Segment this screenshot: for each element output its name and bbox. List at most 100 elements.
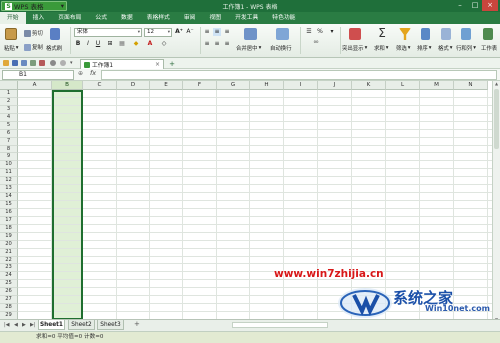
row-header[interactable]: 27	[0, 296, 18, 305]
row-header[interactable]: 12	[0, 177, 18, 186]
menu-item[interactable]: 开始	[0, 12, 26, 24]
close-button[interactable]: ×	[482, 0, 498, 11]
column-header[interactable]: F	[183, 81, 217, 90]
row-header[interactable]: 10	[0, 161, 18, 170]
column-header[interactable]: B	[52, 81, 83, 90]
menu-item[interactable]: 审阅	[177, 12, 203, 24]
merge-center-button[interactable]: 合并居中 ▾	[236, 44, 261, 52]
column-header[interactable]: G	[217, 81, 250, 90]
menu-item[interactable]: 开发工具	[228, 12, 265, 24]
row-header[interactable]: 26	[0, 288, 18, 297]
column-header[interactable]: E	[150, 81, 183, 90]
column-header[interactable]: H	[250, 81, 284, 90]
column-header[interactable]: I	[284, 81, 318, 90]
first-sheet-icon[interactable]: |◀	[4, 322, 10, 328]
filter-button[interactable]: 筛选 ▾	[396, 44, 411, 52]
row-header[interactable]: 23	[0, 264, 18, 273]
row-header[interactable]: 4	[0, 113, 18, 122]
print-preview-icon[interactable]	[30, 60, 36, 66]
sheet-tab[interactable]: Sheet2	[68, 320, 95, 330]
row-col-button[interactable]: 行和列 ▾	[456, 44, 476, 52]
align-left-icon[interactable]: ≡	[203, 40, 211, 48]
row-header[interactable]: 25	[0, 280, 18, 289]
sort-button[interactable]: 排序 ▾	[417, 44, 432, 52]
format-button[interactable]: 格式 ▾	[438, 44, 453, 52]
row-header[interactable]: 20	[0, 240, 18, 249]
font-color-icon[interactable]: A	[146, 40, 154, 48]
row-header[interactable]: 19	[0, 232, 18, 241]
sheet-tab[interactable]: Sheet3	[97, 320, 124, 330]
row-header[interactable]: 7	[0, 137, 18, 146]
menu-item[interactable]: 数据	[114, 12, 140, 24]
print-icon[interactable]	[21, 60, 27, 66]
column-header[interactable]: M	[420, 81, 454, 90]
spreadsheet-grid[interactable]: ABCDEFGHIJKLMN 1 2 3 4 5 6 7 8 9 10 11 12 13 14 15 16 17…	[0, 81, 492, 319]
column-header[interactable]: L	[386, 81, 420, 90]
percent-button[interactable]: %	[316, 28, 324, 36]
redo-icon[interactable]	[60, 60, 66, 66]
sum-button[interactable]: 求和 ▾	[374, 44, 389, 52]
row-header[interactable]: 18	[0, 224, 18, 233]
row-header[interactable]: 29	[0, 312, 18, 319]
close-icon[interactable]: ×	[155, 61, 160, 68]
vertical-scrollbar[interactable]: ▲ ▼	[492, 81, 500, 326]
row-header[interactable]: 8	[0, 145, 18, 154]
menu-item[interactable]: 页面布局	[51, 12, 88, 24]
row-header[interactable]: 28	[0, 304, 18, 313]
column-header[interactable]: N	[454, 81, 488, 90]
zoom-icon[interactable]: ⊕	[78, 70, 83, 77]
border-icon[interactable]: ⊞	[106, 40, 114, 48]
maximize-button[interactable]: □	[467, 0, 483, 11]
row-header[interactable]: 2	[0, 97, 18, 106]
align-top-icon[interactable]: ≡	[203, 28, 211, 36]
scrollbar-thumb[interactable]	[494, 89, 499, 149]
border-style-icon[interactable]: ▦	[118, 40, 126, 48]
column-header[interactable]: D	[117, 81, 150, 90]
fill-color-icon[interactable]: ◆	[132, 40, 140, 48]
row-header[interactable]: 22	[0, 256, 18, 265]
row-header[interactable]: 6	[0, 129, 18, 138]
menu-item[interactable]: 特色功能	[265, 12, 302, 24]
select-all-corner[interactable]	[0, 81, 18, 90]
cut-button[interactable]: 剪切	[24, 29, 43, 37]
row-header[interactable]: 14	[0, 193, 18, 201]
row-header[interactable]: 11	[0, 169, 18, 178]
bold-button[interactable]: B	[74, 40, 82, 48]
chevron-down-icon[interactable]: ▾	[70, 60, 76, 66]
menu-item[interactable]: 插入	[26, 12, 52, 24]
font-name-select[interactable]: 宋体 ▾	[74, 28, 142, 37]
row-header[interactable]: 17	[0, 216, 18, 225]
save-icon[interactable]	[12, 60, 18, 66]
align-middle-icon[interactable]: ≡	[213, 28, 221, 36]
row-header[interactable]: 15	[0, 201, 18, 209]
number-format-icon[interactable]: ☰	[304, 28, 314, 36]
column-header[interactable]: A	[18, 81, 52, 90]
row-header[interactable]: 3	[0, 105, 18, 114]
align-bottom-icon[interactable]: ≡	[223, 28, 231, 36]
function-icon[interactable]: fx	[90, 69, 96, 77]
formula-input[interactable]	[101, 70, 497, 80]
last-sheet-icon[interactable]: ▶|	[30, 322, 36, 328]
menu-item[interactable]: 表格样式	[140, 12, 177, 24]
align-right-icon[interactable]: ≡	[223, 40, 231, 48]
undo-icon[interactable]	[50, 60, 56, 66]
paste-button[interactable]: 粘贴 ▾	[4, 44, 19, 52]
column-header[interactable]: K	[352, 81, 386, 90]
format-painter-button[interactable]: 格式刷	[46, 44, 62, 52]
grow-font-button[interactable]: A⁺	[175, 28, 183, 36]
number-format-dropdown[interactable]: ▾	[328, 28, 336, 36]
row-header[interactable]: 1	[0, 90, 18, 98]
eraser-icon[interactable]: ◇	[160, 40, 168, 48]
highlight-button[interactable]: 突出显示 ▾	[342, 44, 367, 52]
column-header[interactable]: C	[83, 81, 117, 90]
row-header[interactable]: 13	[0, 185, 18, 194]
worksheet-button[interactable]: 工作表	[481, 44, 500, 52]
menu-item[interactable]: 视图	[202, 12, 228, 24]
row-header[interactable]: 21	[0, 248, 18, 257]
open-icon[interactable]	[3, 60, 9, 66]
underline-button[interactable]: U	[94, 40, 102, 48]
font-size-select[interactable]: 12 ▾	[144, 28, 172, 37]
add-sheet-button[interactable]: +	[134, 320, 140, 328]
row-header[interactable]: 16	[0, 208, 18, 217]
copy-button[interactable]: 复制	[24, 43, 43, 51]
